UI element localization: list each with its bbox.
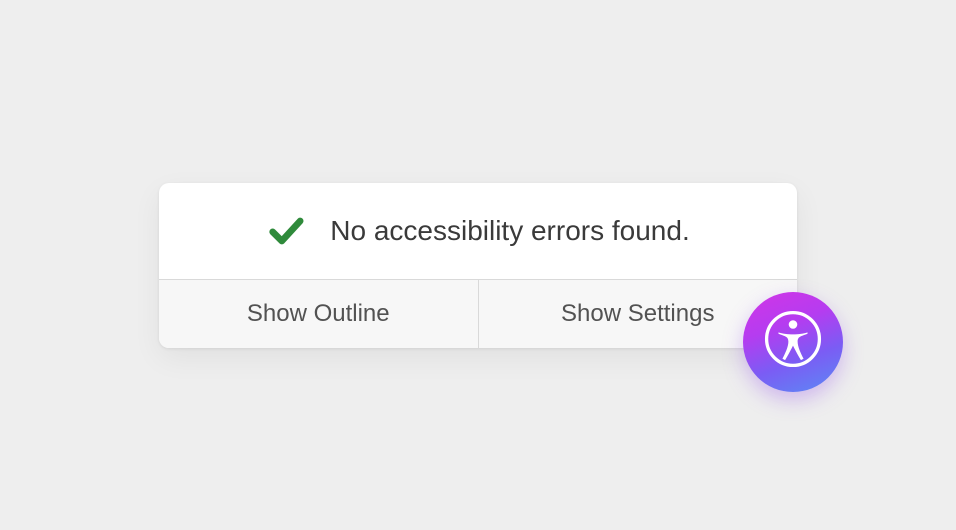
accessibility-panel: No accessibility errors found. Show Outl… [159, 183, 797, 348]
status-message: No accessibility errors found. [330, 215, 689, 247]
button-row: Show Outline Show Settings [159, 279, 797, 348]
accessibility-badge[interactable] [743, 292, 843, 392]
status-row: No accessibility errors found. [159, 183, 797, 279]
accessibility-icon [760, 306, 826, 377]
checkmark-icon [266, 211, 306, 251]
show-outline-button[interactable]: Show Outline [159, 280, 479, 348]
